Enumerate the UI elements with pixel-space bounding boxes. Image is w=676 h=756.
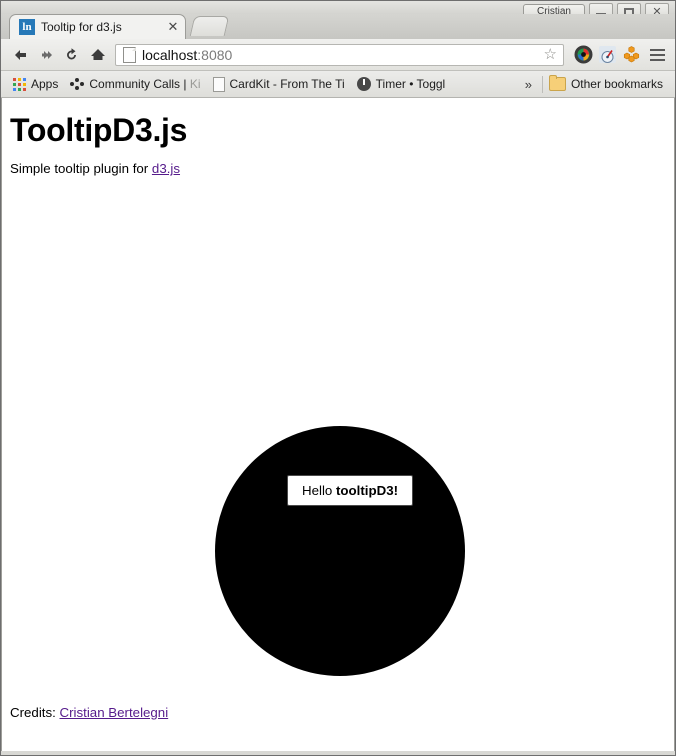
page-document-icon [123,46,136,63]
browser-window: Cristian ✕ ln Tooltip for d3.js ✕ localh… [0,0,676,756]
bookmarks-bar: Apps Community Calls | Ki CardKit - From… [1,71,675,98]
bookmark-timer-toggl[interactable]: Timer • Toggl [351,74,452,95]
toggl-icon [356,77,371,91]
tooltip-prefix: Hello [302,483,336,498]
tab-tooltip-for-d3js[interactable]: ln Tooltip for d3.js ✕ [9,14,186,39]
dots-icon [70,77,85,91]
back-arrow-icon [14,49,26,60]
bookmark-community-calls[interactable]: Community Calls | Ki [64,74,206,95]
apps-grid-icon [13,77,26,91]
bookmark-label: CardKit - From The Ti [229,77,345,91]
new-tab-button[interactable] [189,16,230,36]
reload-button[interactable] [59,42,85,68]
tab-close-icon[interactable]: ✕ [165,19,181,35]
tab-title: Tooltip for d3.js [41,20,122,34]
tab-strip: ln Tooltip for d3.js ✕ [1,14,675,39]
d3-circle[interactable] [215,426,465,676]
address-bar[interactable]: localhost:8080 ☆ [115,43,564,66]
extension-honeycomb-icon[interactable] [620,44,642,66]
bookmark-apps-label: Apps [31,77,59,91]
back-button[interactable] [7,42,33,68]
credits-line: Credits: Cristian Bertelegni [10,705,168,720]
url-text: localhost:8080 [142,47,544,63]
hamburger-icon-line [649,58,665,61]
url-port: :8080 [197,46,233,63]
home-button[interactable] [85,42,111,68]
hamburger-icon-line [649,48,665,51]
bookmark-label: Timer • Toggl [375,77,446,91]
document-icon [212,76,225,92]
extension-lens-icon[interactable] [572,44,594,66]
bookmark-label: Community Calls | Ki [89,77,201,91]
bookmark-apps[interactable]: Apps [7,74,64,95]
bookmark-label: Other bookmarks [570,77,663,91]
folder-icon [548,75,566,91]
d3js-link[interactable]: d3.js [152,161,180,176]
tooltip-strong: tooltipD3! [336,483,399,498]
page-intro: Simple tooltip plugin for d3.js [10,161,180,176]
home-icon [91,49,105,60]
page-intro-text: Simple tooltip plugin for [10,161,152,176]
page-viewport: TooltipD3.js Simple tooltip plugin for d… [1,98,675,751]
reload-icon [67,47,76,59]
page-title: TooltipD3.js [10,112,188,148]
bookmark-star-icon[interactable]: ☆ [544,47,559,62]
forward-button[interactable] [33,42,59,68]
title-bar: Cristian ✕ [1,1,675,21]
chrome-menu-button[interactable] [645,43,669,67]
bookmark-other-bookmarks[interactable]: Other bookmarks [543,74,669,95]
forward-arrow-icon [42,50,52,59]
author-link[interactable]: Cristian Bertelegni [60,705,169,720]
bookmarks-overflow-button[interactable]: » [515,77,542,92]
bookmark-cardkit[interactable]: CardKit - From The Ti [207,74,351,95]
navigation-toolbar: localhost:8080 ☆ [1,39,675,71]
url-host: localhost [142,46,198,63]
tooltip-box: Hello tooltipD3! [287,475,414,506]
favicon-icon: ln [19,19,35,35]
credits-prefix: Credits: [10,705,60,720]
extension-speedometer-icon[interactable] [596,44,618,66]
hamburger-icon-line [649,53,665,56]
